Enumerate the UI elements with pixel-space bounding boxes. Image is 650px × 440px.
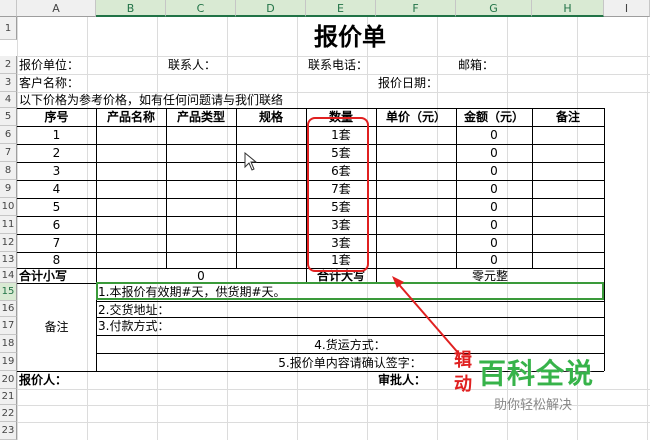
watermark-main-text: 百科全说	[478, 357, 595, 390]
annotation-text-2: 动	[454, 374, 472, 395]
watermark-logo: 百科全说 助你轻松解决	[478, 352, 594, 413]
watermark-sub-text: 助你轻松解决	[494, 398, 573, 413]
mouse-cursor-icon	[244, 152, 258, 171]
annotation-text-1: 辑	[454, 350, 472, 371]
